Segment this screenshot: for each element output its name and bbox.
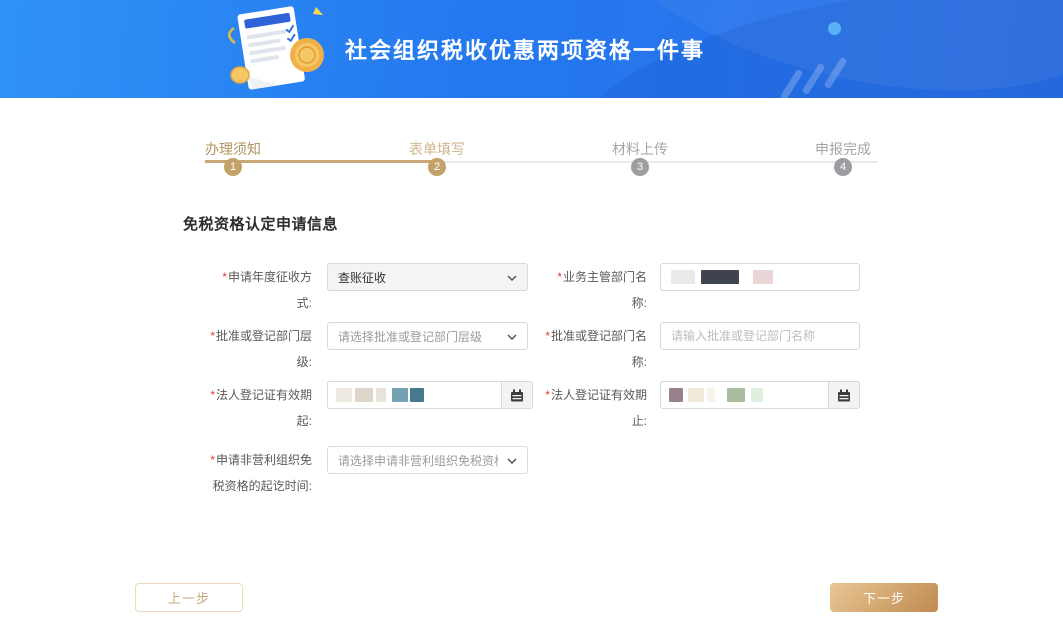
cert-valid-from-datepicker[interactable] <box>327 381 533 409</box>
document-coins-icon <box>216 2 334 98</box>
redacted-value <box>669 388 763 402</box>
tax-exempt-period-select[interactable]: 请选择申请非营利组织免税资格的起讫时间 <box>327 446 528 474</box>
section-title: 免税资格认定申请信息 <box>183 213 338 234</box>
chevron-down-icon <box>507 329 517 343</box>
next-step-button[interactable]: 下一步 <box>830 583 938 612</box>
redacted-value <box>336 388 424 402</box>
step-label: 办理须知 <box>173 139 293 159</box>
field-label-collection-method: *申请年度征收方 式: <box>190 264 312 316</box>
step-label: 表单填写 <box>377 139 497 159</box>
chevron-down-icon <box>507 453 517 467</box>
approval-level-select[interactable]: 请选择批准或登记部门层级 <box>327 322 528 350</box>
step-label: 申报完成 <box>783 139 903 159</box>
field-label-cert-valid-to: *法人登记证有效期 止: <box>525 382 647 434</box>
required-asterisk: * <box>222 270 227 284</box>
page: 社会组织税收优惠两项资格一件事 办理须知 1 表单填写 2 材料上传 3 申报完… <box>0 0 1063 620</box>
required-asterisk: * <box>210 388 215 402</box>
step-number-badge: 1 <box>224 158 242 176</box>
required-asterisk: * <box>545 388 550 402</box>
required-asterisk: * <box>210 329 215 343</box>
cert-valid-to-datepicker[interactable] <box>660 381 860 409</box>
field-label-approval-level: *批准或登记部门层 级: <box>190 323 312 375</box>
step-number-badge: 2 <box>428 158 446 176</box>
field-label-dept-name: *业务主管部门名 称: <box>525 264 647 316</box>
previous-step-button[interactable]: 上一步 <box>135 583 243 612</box>
field-label-cert-valid-from: *法人登记证有效期 起: <box>190 382 312 434</box>
dept-name-input[interactable] <box>660 263 860 291</box>
field-label-approval-name: *批准或登记部门名 称: <box>525 323 647 375</box>
header-banner: 社会组织税收优惠两项资格一件事 <box>0 0 1063 98</box>
date-value-area[interactable] <box>327 381 501 409</box>
step-number-badge: 4 <box>834 158 852 176</box>
field-label-tax-exempt-period: *申请非营利组织免 税资格的起讫时间: <box>190 447 312 499</box>
step-number-badge: 3 <box>631 158 649 176</box>
chevron-down-icon <box>507 270 517 284</box>
redacted-value <box>671 270 773 284</box>
required-asterisk: * <box>545 329 550 343</box>
header-dot-decoration <box>828 22 841 35</box>
page-title: 社会组织税收优惠两项资格一件事 <box>345 33 705 65</box>
select-placeholder: 请选择批准或登记部门层级 <box>338 328 482 345</box>
required-asterisk: * <box>557 270 562 284</box>
required-asterisk: * <box>210 453 215 467</box>
collection-method-select[interactable]: 查账征收 <box>327 263 528 291</box>
step-label: 材料上传 <box>580 139 700 159</box>
select-placeholder: 请选择申请非营利组织免税资格的起讫时间 <box>338 452 498 469</box>
calendar-icon[interactable] <box>828 381 860 409</box>
approval-name-input[interactable] <box>660 322 860 350</box>
date-value-area[interactable] <box>660 381 828 409</box>
select-value: 查账征收 <box>338 269 386 286</box>
